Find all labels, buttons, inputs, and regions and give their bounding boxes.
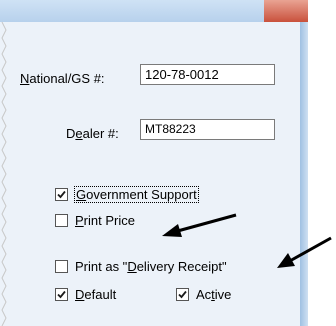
national-gs-label-text: ational/GS #: bbox=[29, 71, 105, 86]
dealer-label: Dealer #: bbox=[66, 126, 119, 141]
government-support-accelerator: G bbox=[76, 186, 87, 202]
dialog-window: National/GS #: 120-78-0012 Dealer #: MT8… bbox=[0, 0, 308, 326]
active-text-post: ive bbox=[214, 286, 232, 302]
default-accelerator: D bbox=[75, 286, 85, 302]
delivery-receipt-checkbox[interactable]: Print as "Delivery Receipt" bbox=[55, 257, 227, 275]
torn-edge-decoration bbox=[1, 22, 7, 326]
dealer-label-accelerator: e bbox=[75, 126, 83, 141]
government-support-text: overnment Support bbox=[86, 186, 197, 202]
close-window-button[interactable] bbox=[264, 0, 308, 22]
national-gs-label: National/GS #: bbox=[20, 71, 105, 86]
arrow-pointing-print-price bbox=[162, 213, 237, 237]
checkmark-icon bbox=[57, 190, 66, 198]
print-price-checkbox[interactable]: Print Price bbox=[55, 211, 135, 229]
checkmark-icon bbox=[178, 290, 187, 298]
delivery-receipt-text-post: elivery Receipt" bbox=[136, 258, 227, 274]
print-price-text: rint Price bbox=[83, 212, 135, 228]
default-checkbox[interactable]: Default bbox=[55, 285, 116, 303]
screenshot-stage: National/GS #: 120-78-0012 Dealer #: MT8… bbox=[0, 0, 336, 326]
government-support-checkbox-box[interactable] bbox=[55, 187, 68, 201]
default-text: efault bbox=[84, 286, 117, 302]
active-checkbox[interactable]: Active bbox=[176, 285, 231, 303]
delivery-receipt-text-pre: Print as " bbox=[75, 258, 128, 274]
delivery-receipt-accelerator: D bbox=[127, 258, 137, 274]
dealer-label-text: aler #: bbox=[82, 126, 119, 141]
national-gs-label-accelerator: N bbox=[20, 71, 30, 86]
title-bar bbox=[0, 0, 308, 22]
print-price-label: Print Price bbox=[75, 213, 135, 228]
delivery-receipt-label: Print as "Delivery Receipt" bbox=[75, 259, 227, 274]
national-gs-input[interactable]: 120-78-0012 bbox=[140, 64, 275, 85]
dealer-value: MT88223 bbox=[145, 122, 196, 136]
national-gs-value: 120-78-0012 bbox=[145, 67, 219, 82]
arrow-pointing-delivery-receipt bbox=[277, 236, 332, 268]
delivery-receipt-checkbox-box[interactable] bbox=[55, 259, 68, 273]
default-label: Default bbox=[75, 287, 116, 302]
active-text-pre: Ac bbox=[196, 286, 212, 302]
default-checkbox-box[interactable] bbox=[55, 287, 68, 301]
checkmark-icon bbox=[57, 290, 66, 298]
window-border bbox=[300, 22, 308, 326]
active-checkbox-box[interactable] bbox=[176, 287, 189, 301]
government-support-label: Government Support bbox=[74, 185, 199, 203]
print-price-accelerator: P bbox=[75, 212, 84, 228]
print-price-checkbox-box[interactable] bbox=[55, 213, 68, 227]
dealer-input[interactable]: MT88223 bbox=[140, 119, 275, 140]
active-label: Active bbox=[196, 287, 231, 302]
dealer-label-prefix: D bbox=[66, 126, 76, 141]
government-support-checkbox[interactable]: Government Support bbox=[55, 185, 199, 203]
